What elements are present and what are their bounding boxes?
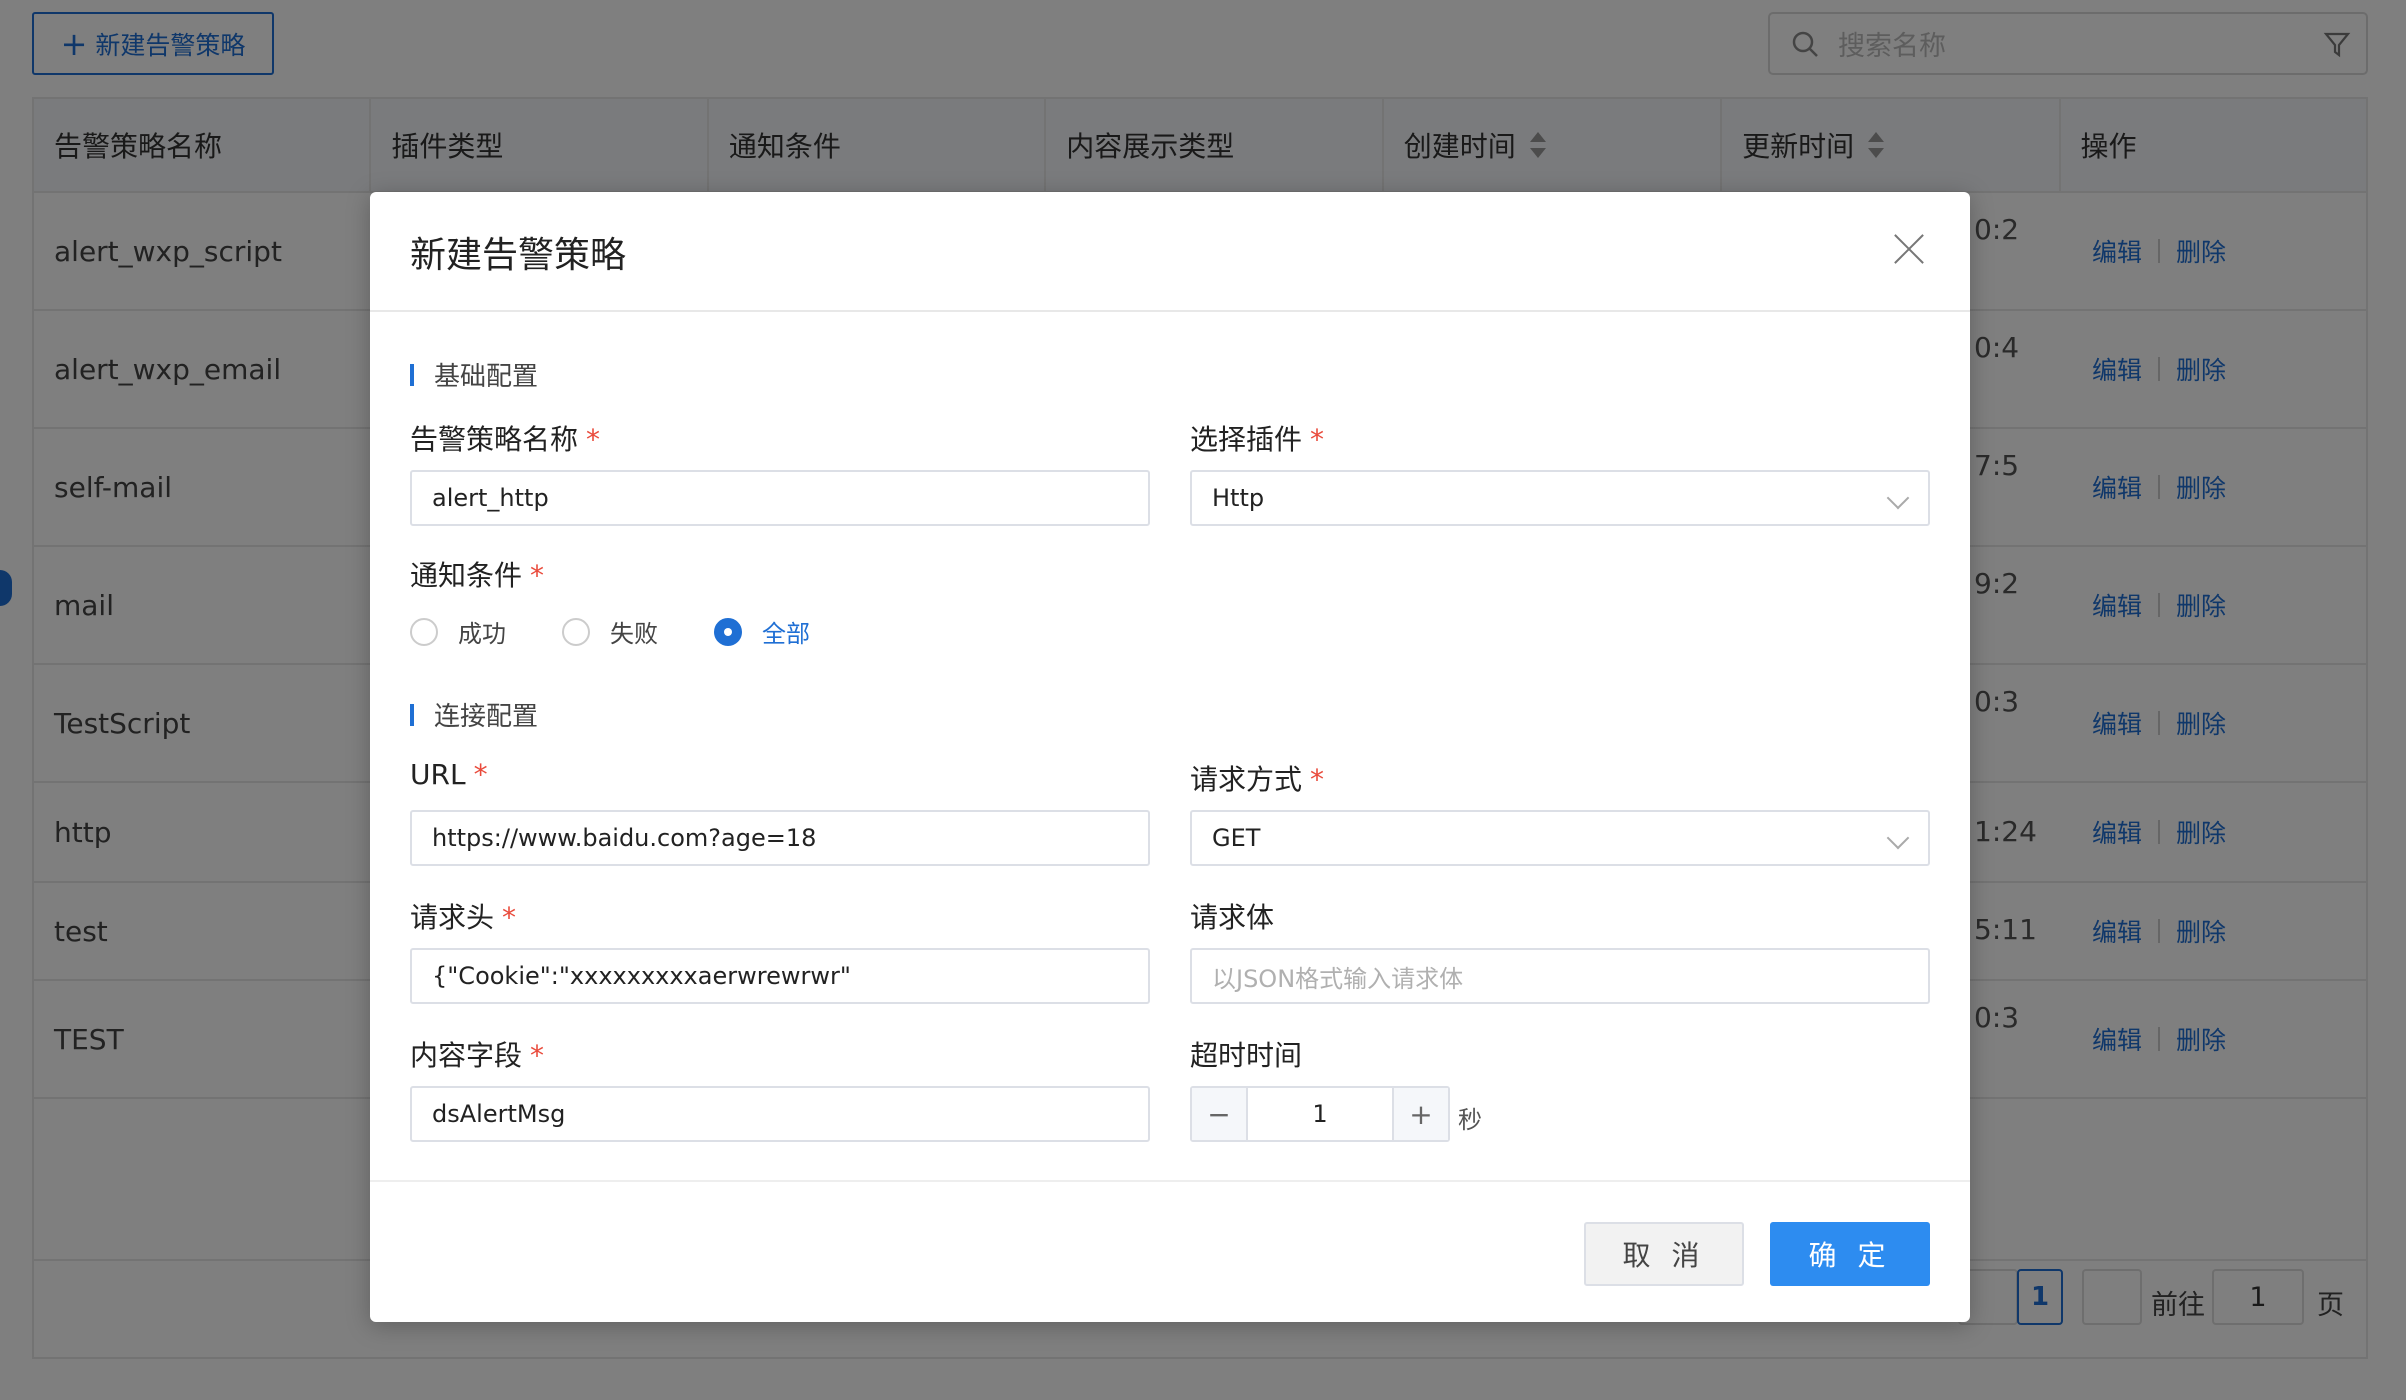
chevron-down-icon [1886, 486, 1910, 510]
policy-name-label: 告警策略名称 * [410, 423, 601, 456]
timeout-stepper: − 1 + [1190, 1086, 1450, 1142]
notify-condition-label: 通知条件 * [410, 559, 545, 592]
confirm-button[interactable]: 确 定 [1770, 1222, 1930, 1286]
radio-success[interactable]: 成功 [410, 614, 506, 649]
radio-failure[interactable]: 失败 [562, 614, 658, 649]
close-icon[interactable] [1892, 232, 1926, 266]
section-basic-title: 基础配置 [434, 362, 539, 392]
plugin-select-value: Http [1212, 484, 1265, 512]
section-marker [410, 363, 414, 386]
dialog-footer-divider [370, 1180, 1970, 1182]
policy-name-input[interactable]: alert_http [410, 470, 1150, 526]
url-input[interactable]: https://www.baidu.com?age=18 [410, 810, 1150, 866]
timeout-unit: 秒 [1458, 1106, 1482, 1134]
timeout-value-input[interactable]: 1 [1248, 1088, 1392, 1140]
section-basic-config: 基础配置 [410, 356, 538, 393]
headers-label: 请求头 * [410, 901, 517, 934]
method-select-value: GET [1212, 824, 1261, 852]
cancel-button[interactable]: 取 消 [1584, 1222, 1744, 1286]
body-input[interactable]: 以JSON格式输入请求体 [1190, 948, 1930, 1004]
timeout-increment-button[interactable]: + [1392, 1088, 1448, 1140]
method-label: 请求方式 * [1190, 763, 1325, 796]
radio-circle[interactable] [410, 617, 438, 646]
radio-circle[interactable] [562, 617, 590, 646]
radio-label: 成功 [458, 620, 506, 648]
url-label: URL * [410, 758, 488, 791]
notify-condition-radio-group: 成功 失败 全部 [410, 614, 866, 649]
method-select[interactable]: GET [1190, 810, 1930, 866]
section-connection-config: 连接配置 [410, 696, 538, 733]
section-connection-title: 连接配置 [434, 702, 539, 732]
timeout-decrement-button[interactable]: − [1192, 1088, 1248, 1140]
radio-label: 全部 [762, 620, 810, 648]
content-field-label: 内容字段 * [410, 1039, 545, 1072]
new-policy-dialog: 新建告警策略 基础配置 告警策略名称 * alert_http 选择插件 * Htt… [370, 192, 1970, 1322]
body-label: 请求体 [1190, 901, 1275, 934]
radio-all[interactable]: 全部 [714, 614, 810, 649]
plugin-select[interactable]: Http [1190, 470, 1930, 526]
section-marker [410, 703, 414, 726]
chevron-down-icon [1886, 826, 1910, 850]
dialog-header: 新建告警策略 [370, 192, 1970, 312]
plugin-label: 选择插件 * [1190, 423, 1325, 456]
dialog-title: 新建告警策略 [410, 235, 627, 276]
timeout-label: 超时时间 [1190, 1039, 1303, 1072]
content-field-input[interactable]: dsAlertMsg [410, 1086, 1150, 1142]
radio-label: 失败 [610, 620, 658, 648]
headers-input[interactable]: {"Cookie":"xxxxxxxxxaerwrewrwr" [410, 948, 1150, 1004]
radio-circle[interactable] [714, 617, 742, 646]
